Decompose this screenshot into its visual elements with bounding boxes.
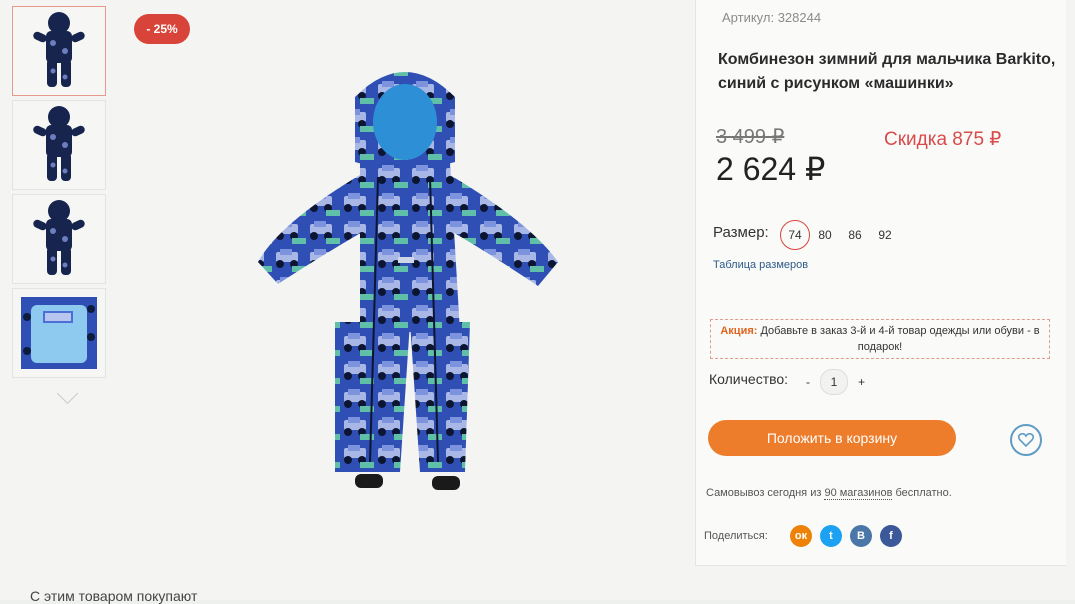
twitter-icon[interactable]: t bbox=[820, 525, 842, 547]
quantity-minus-button[interactable]: - bbox=[806, 375, 810, 389]
heart-icon bbox=[1018, 433, 1034, 447]
size-selector: 74 80 86 92 bbox=[780, 220, 900, 250]
share-label: Поделиться: bbox=[704, 530, 768, 542]
vk-icon[interactable]: В bbox=[850, 525, 872, 547]
discount-badge: - 25% bbox=[134, 14, 190, 44]
size-option-80[interactable]: 80 bbox=[810, 220, 840, 250]
thumbnail-gallery bbox=[12, 6, 108, 382]
discount-amount: Скидка 875 ₽ bbox=[884, 129, 1002, 150]
pickup-prefix: Самовывоз сегодня из bbox=[706, 487, 825, 499]
old-price: 3 499 ₽ bbox=[716, 126, 785, 148]
promo-banner: Акция: Добавьте в заказ 3-й и 4-й товар … bbox=[710, 319, 1050, 359]
current-price: 2 624 ₽ bbox=[716, 151, 826, 187]
thumbnail-back[interactable] bbox=[12, 100, 106, 190]
article-number: Артикул: 328244 bbox=[722, 10, 822, 25]
thumbnail-front[interactable] bbox=[12, 6, 106, 96]
promo-text: Добавьте в заказ 3-й и 4-й товар одежды … bbox=[760, 325, 1040, 353]
pickup-suffix: бесплатно. bbox=[892, 487, 952, 499]
promo-label: Акция: bbox=[720, 325, 758, 337]
size-table-link[interactable]: Таблица размеров bbox=[713, 259, 808, 271]
quantity-label: Количество: bbox=[709, 371, 789, 387]
size-option-92[interactable]: 92 bbox=[870, 220, 900, 250]
size-option-74[interactable]: 74 bbox=[780, 220, 810, 250]
quantity-plus-button[interactable]: + bbox=[858, 375, 865, 389]
related-products-heading: С этим товаром покупают bbox=[30, 588, 198, 604]
size-option-86[interactable]: 86 bbox=[840, 220, 870, 250]
quantity-stepper: - 1 + bbox=[806, 369, 865, 395]
add-to-cart-button[interactable]: Положить в корзину bbox=[708, 420, 956, 456]
size-label: Размер: bbox=[713, 224, 769, 241]
stores-link[interactable]: 90 магазинов bbox=[824, 487, 893, 500]
product-page: - 25% Артикул: 328244 Комбинезон зимний … bbox=[0, 0, 1075, 604]
product-title: Комбинезон зимний для мальчика Barkito, … bbox=[718, 51, 1056, 92]
share-buttons: ок t В f bbox=[790, 525, 902, 547]
thumbnail-open[interactable] bbox=[12, 194, 106, 284]
product-image[interactable] bbox=[240, 52, 580, 502]
thumbnail-detail[interactable] bbox=[12, 288, 106, 378]
chevron-down-icon[interactable] bbox=[56, 382, 79, 405]
quantity-value[interactable]: 1 bbox=[820, 369, 848, 395]
odnoklassniki-icon[interactable]: ок bbox=[790, 525, 812, 547]
pickup-info: Самовывоз сегодня из 90 магазинов беспла… bbox=[706, 487, 952, 500]
wishlist-button[interactable] bbox=[1010, 424, 1042, 456]
facebook-icon[interactable]: f bbox=[880, 525, 902, 547]
